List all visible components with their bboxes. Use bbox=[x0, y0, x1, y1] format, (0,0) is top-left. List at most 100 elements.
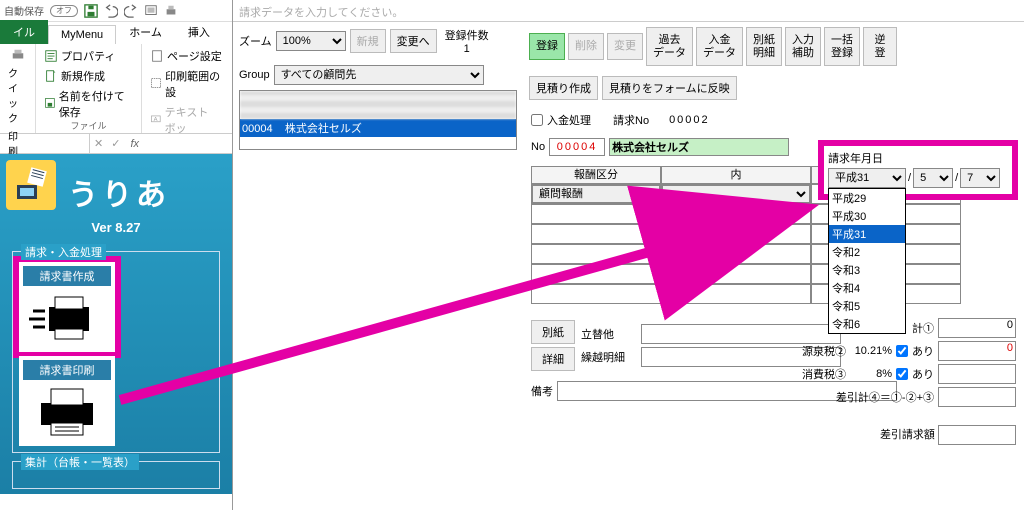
seikyu-no-value: 00002 bbox=[669, 114, 710, 126]
delete-button[interactable]: 削除 bbox=[568, 33, 604, 60]
table-cell[interactable] bbox=[531, 224, 661, 244]
fieldset-seikyu: 請求・入金処理 請求書作成 請求書印刷 bbox=[12, 251, 220, 453]
era-option[interactable]: 令和2 bbox=[829, 243, 905, 261]
pagesetup-icon bbox=[150, 49, 164, 63]
group-label-file: ファイル bbox=[70, 119, 106, 132]
date-sep: / bbox=[908, 172, 911, 184]
card-invoice-print[interactable]: 請求書印刷 bbox=[19, 356, 115, 446]
printer-icon bbox=[11, 48, 25, 62]
table-cell[interactable] bbox=[661, 224, 811, 244]
change-button[interactable]: 変更 bbox=[607, 33, 643, 60]
kurikoshi-label: 繰越明細 bbox=[581, 349, 637, 365]
client-list[interactable]: 00004 株式会社セルズ bbox=[239, 90, 517, 150]
table-cell[interactable] bbox=[661, 244, 811, 264]
register-button[interactable]: 登録 bbox=[529, 33, 565, 60]
ribbon-pagesetup[interactable]: ページ設定 bbox=[148, 46, 224, 66]
naiyou-combo-1[interactable] bbox=[661, 184, 811, 204]
date-sep: / bbox=[955, 172, 958, 184]
ribbon-new[interactable]: 新規作成 bbox=[42, 66, 135, 86]
seikyu-no-label: 請求No bbox=[613, 112, 649, 128]
biko-label: 備考 bbox=[531, 383, 553, 399]
textbox-label: テキスト ボッ bbox=[165, 104, 222, 136]
table-cell[interactable] bbox=[531, 204, 661, 224]
era-option[interactable]: 令和6 bbox=[829, 315, 905, 333]
era-option[interactable]: 令和5 bbox=[829, 297, 905, 315]
era-combo[interactable]: 平成31 bbox=[828, 168, 906, 188]
quick-print-icon[interactable] bbox=[164, 4, 178, 18]
list-row-blurred bbox=[240, 91, 516, 119]
table-cell[interactable] bbox=[661, 264, 811, 284]
table-cell[interactable] bbox=[531, 284, 661, 304]
change-to-button[interactable]: 変更へ bbox=[390, 29, 437, 53]
deposit-proc-checkbox[interactable] bbox=[531, 114, 543, 126]
table-cell[interactable] bbox=[531, 244, 661, 264]
svg-text:A: A bbox=[154, 117, 158, 123]
batch-reg-button[interactable]: 一括 登録 bbox=[824, 27, 860, 66]
new-label: 新規作成 bbox=[61, 68, 105, 84]
era-option[interactable]: 平成30 bbox=[829, 207, 905, 225]
bessi2-button[interactable]: 別紙 bbox=[531, 320, 575, 344]
save-icon[interactable] bbox=[84, 4, 98, 18]
app-logo bbox=[6, 160, 56, 210]
bessi-button[interactable]: 別紙 明細 bbox=[746, 27, 782, 66]
col-hoshu: 報酬区分 bbox=[531, 166, 661, 184]
table-cell[interactable] bbox=[531, 264, 661, 284]
undo-icon[interactable] bbox=[104, 4, 118, 18]
printarea-icon bbox=[150, 77, 162, 91]
day-combo[interactable]: 7 bbox=[960, 168, 1000, 188]
era-option[interactable]: 平成31 bbox=[829, 225, 905, 243]
reverse-button[interactable]: 逆 登 bbox=[863, 27, 897, 66]
title-bar: 自動保存 オフ bbox=[0, 0, 232, 22]
print-preview-icon[interactable] bbox=[144, 4, 158, 18]
zoom-label: ズーム bbox=[239, 33, 272, 49]
billing-date-box: 請求年月日 平成31 平成29 平成30 平成31 令和2 令和3 令和4 令和… bbox=[818, 140, 1018, 200]
cancel-icon[interactable]: ✕ bbox=[90, 137, 107, 150]
col-naiyou: 内 bbox=[661, 166, 811, 184]
new-button[interactable]: 新規 bbox=[350, 29, 386, 53]
zoom-combo[interactable]: 100% bbox=[276, 31, 346, 51]
prompt-text: 請求データを入力してください。 bbox=[233, 0, 1024, 22]
era-option[interactable]: 令和4 bbox=[829, 279, 905, 297]
shohi-check[interactable] bbox=[896, 368, 908, 380]
list-row-selected[interactable]: 00004 株式会社セルズ bbox=[240, 119, 516, 137]
table-cell[interactable] bbox=[661, 284, 811, 304]
fx-icon[interactable]: fx bbox=[124, 138, 145, 150]
ribbon-body: クイック 印刷 プロパティ 新規作成 名前を付けて保存 ファイル ページ設定 bbox=[0, 44, 232, 134]
enter-icon[interactable]: ✓ bbox=[107, 137, 124, 150]
deposit-data-button[interactable]: 入金 データ bbox=[696, 27, 743, 66]
month-combo[interactable]: 5 bbox=[913, 168, 953, 188]
tab-insert[interactable]: 挿入 bbox=[175, 20, 223, 44]
shohi-value bbox=[938, 364, 1016, 384]
quick-label: クイック bbox=[8, 65, 27, 125]
group-combo[interactable]: すべての顧問先 bbox=[274, 65, 484, 85]
hoshu-combo-1[interactable]: 顧問報酬 bbox=[531, 184, 661, 204]
past-data-button[interactable]: 過去 データ bbox=[646, 27, 693, 66]
app-version: Ver 8.27 bbox=[8, 220, 224, 235]
deposit-proc-label: 入金処理 bbox=[547, 112, 591, 128]
gensen-check[interactable] bbox=[896, 345, 908, 357]
shohi-ari: あり bbox=[912, 366, 934, 382]
autosave-toggle[interactable]: オフ bbox=[50, 5, 78, 17]
ribbon-saveas[interactable]: 名前を付けて保存 bbox=[42, 86, 135, 122]
era-option[interactable]: 令和3 bbox=[829, 261, 905, 279]
ribbon-properties[interactable]: プロパティ bbox=[42, 46, 135, 66]
no-field[interactable] bbox=[549, 138, 605, 156]
estimate-reflect-button[interactable]: 見積りをフォームに反映 bbox=[602, 76, 737, 100]
tab-mymenu[interactable]: MyMenu bbox=[48, 25, 116, 44]
ribbon-textbox[interactable]: A テキスト ボッ bbox=[148, 102, 224, 138]
era-option[interactable]: 平成29 bbox=[829, 189, 905, 207]
era-dropdown-list[interactable]: 平成29 平成30 平成31 令和2 令和3 令和4 令和5 令和6 bbox=[828, 188, 906, 334]
sashihiki-seikyu-value bbox=[938, 425, 1016, 445]
shosai-button[interactable]: 詳細 bbox=[531, 347, 575, 371]
quick-print-group[interactable]: クイック 印刷 bbox=[6, 46, 29, 160]
app-title: うりあ bbox=[68, 170, 224, 214]
estimate-create-button[interactable]: 見積り作成 bbox=[529, 76, 598, 100]
card-invoice-create-label: 請求書作成 bbox=[23, 266, 111, 286]
redo-icon[interactable] bbox=[124, 4, 138, 18]
ribbon-printarea[interactable]: 印刷範囲の設 bbox=[148, 66, 224, 102]
tab-file[interactable]: イル bbox=[0, 20, 48, 44]
tab-home[interactable]: ホーム bbox=[116, 20, 175, 44]
card-invoice-create[interactable]: 請求書作成 bbox=[19, 262, 115, 352]
table-cell[interactable] bbox=[661, 204, 811, 224]
input-aux-button[interactable]: 入力 補助 bbox=[785, 27, 821, 66]
